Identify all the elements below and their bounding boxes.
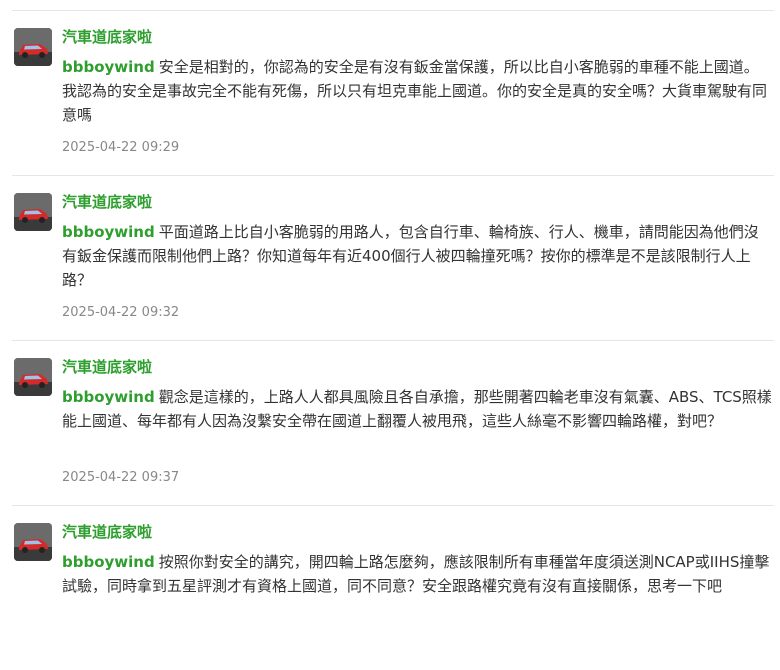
comment-body: bbboywind 安全是相對的，你認為的安全是有沒有鈑金當保護，所以比自小客脆弱… xyxy=(62,55,772,127)
comment-item: 汽車道底家啦 bbboywind 觀念是這樣的，上路人人都具風險且各自承擔，那些開… xyxy=(12,341,774,506)
comment-body: bbboywind 觀念是這樣的，上路人人都具風險且各自承擔，那些開著四輪老車沒有… xyxy=(62,385,772,433)
comment-timestamp: 2025-04-22 09:29 xyxy=(62,140,180,155)
comment-text: 觀念是這樣的，上路人人都具風險且各自承擔，那些開著四輪老車沒有氣囊、ABS、TC… xyxy=(62,388,772,430)
comment-thread: 汽車道底家啦 bbboywind 安全是相對的，你認為的安全是有沒有鈑金當保護，所… xyxy=(0,0,780,620)
comment-author[interactable]: 汽車道底家啦 xyxy=(62,27,152,47)
mention-link[interactable]: bbboywind xyxy=(62,553,155,571)
red-car-avatar-icon[interactable] xyxy=(14,358,52,396)
comment-text: 安全是相對的，你認為的安全是有沒有鈑金當保護，所以比自小客脆弱的車種不能上國道。… xyxy=(62,58,768,124)
comment-item: 汽車道底家啦 bbboywind 平面道路上比自小客脆弱的用路人，包含自行車、輪椅… xyxy=(12,176,774,341)
red-car-avatar-icon[interactable] xyxy=(14,523,52,561)
mention-link[interactable]: bbboywind xyxy=(62,58,155,76)
comment-timestamp: 2025-04-22 09:32 xyxy=(62,305,180,320)
comment-author[interactable]: 汽車道底家啦 xyxy=(62,357,152,377)
comment-item: 汽車道底家啦 bbboywind 按照你對安全的講究，開四輪上路怎麼夠，應該限制所… xyxy=(12,506,774,670)
comment-author[interactable]: 汽車道底家啦 xyxy=(62,192,152,212)
comment-timestamp: 2025-04-22 09:37 xyxy=(62,470,180,485)
comment-body: bbboywind 按照你對安全的講究，開四輪上路怎麼夠，應該限制所有車種當年度須… xyxy=(62,550,772,598)
red-car-avatar-icon[interactable] xyxy=(14,193,52,231)
comment-item: 汽車道底家啦 bbboywind 安全是相對的，你認為的安全是有沒有鈑金當保護，所… xyxy=(12,11,774,176)
comment-text: 平面道路上比自小客脆弱的用路人，包含自行車、輪椅族、行人、機車，請問能因為他們沒… xyxy=(62,223,759,289)
comment-author[interactable]: 汽車道底家啦 xyxy=(62,522,152,542)
mention-link[interactable]: bbboywind xyxy=(62,388,155,406)
red-car-avatar-icon[interactable] xyxy=(14,28,52,66)
comment-text: 按照你對安全的講究，開四輪上路怎麼夠，應該限制所有車種當年度須送測NCAP或II… xyxy=(62,553,770,595)
comment-body: bbboywind 平面道路上比自小客脆弱的用路人，包含自行車、輪椅族、行人、機車… xyxy=(62,220,772,292)
mention-link[interactable]: bbboywind xyxy=(62,223,155,241)
